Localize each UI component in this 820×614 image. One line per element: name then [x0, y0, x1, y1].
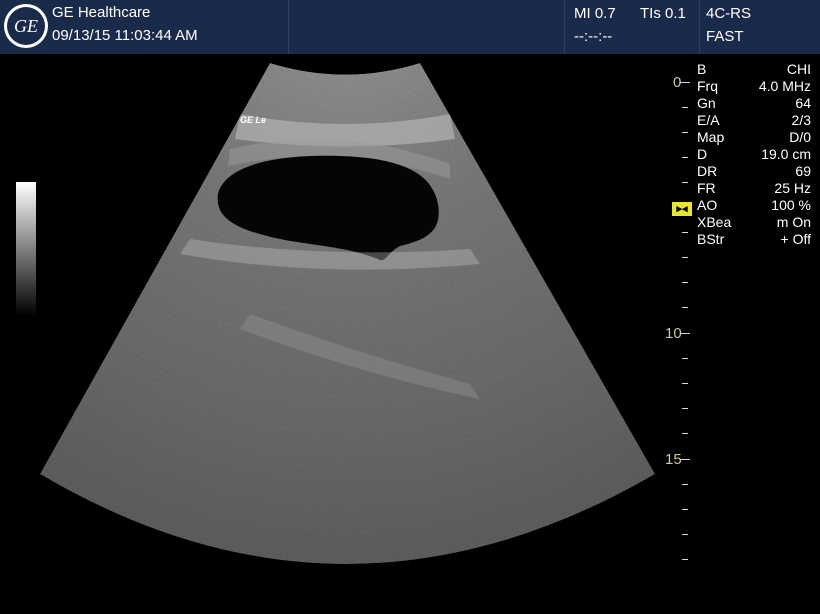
ruler-tick: [680, 459, 690, 460]
ruler-tick: [680, 333, 690, 334]
imaging-parameters: B CHI Frq 4.0 MHz Gn 64 E/A 2/3 Map D/0 D 19.0…: [697, 61, 819, 248]
probe-name: 4C-RS: [706, 5, 752, 22]
ruler-tick: [682, 509, 688, 510]
param-value: 19.0 cm: [761, 146, 811, 162]
ruler-tick: [682, 484, 688, 485]
param-value: 69: [795, 163, 811, 179]
brand-name: GE Healthcare: [52, 4, 151, 21]
param-value: D/0: [789, 129, 811, 145]
ruler-tick: [682, 534, 688, 535]
ruler-tick: [682, 383, 688, 384]
ruler-tick: [682, 107, 688, 108]
ruler-tick: [682, 257, 688, 258]
param-key: DR: [697, 163, 718, 179]
param-value: CHI: [786, 61, 811, 77]
param-value: 2/3: [791, 112, 811, 128]
param-value: m On: [776, 214, 811, 230]
ruler-tick: [682, 282, 688, 283]
param-key: B: [697, 61, 707, 77]
grayscale-bar: [16, 182, 36, 316]
preset-name: FAST: [706, 28, 744, 45]
param-row: Gn 64: [697, 95, 819, 112]
param-row: XBea m On: [697, 214, 819, 231]
ruler-tick: [682, 232, 688, 233]
param-value: + Off: [780, 231, 811, 247]
probe-orientation-mark: GE Le: [240, 115, 267, 125]
param-key: E/A: [697, 112, 720, 128]
param-key: FR: [697, 180, 716, 196]
param-row: D 19.0 cm: [697, 146, 819, 163]
param-row: FR 25 Hz: [697, 180, 819, 197]
mi-value: MI 0.7: [574, 5, 616, 22]
ge-logo: GE: [4, 4, 48, 48]
tis-value: TIs 0.1: [640, 5, 686, 22]
focus-marker-icon[interactable]: ▸◂: [672, 202, 692, 216]
ge-logo-text: GE: [7, 7, 45, 45]
datetime: 09/13/15 11:03:44 AM: [52, 27, 198, 44]
param-row: DR 69: [697, 163, 819, 180]
param-row: BStr + Off: [697, 231, 819, 248]
param-key: Map: [697, 129, 725, 145]
ruler-tick: [682, 559, 688, 560]
param-row: Map D/0: [697, 129, 819, 146]
timer-placeholder: --:--:--: [574, 28, 613, 45]
param-value: 4.0 MHz: [758, 78, 811, 94]
param-value: 64: [795, 95, 811, 111]
param-value: 100 %: [771, 197, 811, 213]
param-value: 25 Hz: [774, 180, 811, 196]
param-key: D: [697, 146, 708, 162]
param-row: AO 100 %: [697, 197, 819, 214]
ruler-tick: [682, 182, 688, 183]
ruler-tick: [682, 408, 688, 409]
ruler-tick: [680, 82, 690, 83]
ruler-tick: [682, 132, 688, 133]
ruler-tick: [682, 433, 688, 434]
param-key: Gn: [697, 95, 716, 111]
param-key: BStr: [697, 231, 725, 247]
ruler-tick: [682, 307, 688, 308]
param-row: E/A 2/3: [697, 112, 819, 129]
param-key: AO: [697, 197, 718, 213]
header-bar: GE GE Healthcare 09/13/15 11:03:44 AM MI…: [0, 0, 820, 54]
param-key: Frq: [697, 78, 718, 94]
param-key: XBea: [697, 214, 732, 230]
param-row: Frq 4.0 MHz: [697, 78, 819, 95]
header-empty-cell: [289, 0, 565, 54]
param-row: B CHI: [697, 61, 819, 78]
ruler-tick: [682, 157, 688, 158]
ruler-tick: [682, 358, 688, 359]
